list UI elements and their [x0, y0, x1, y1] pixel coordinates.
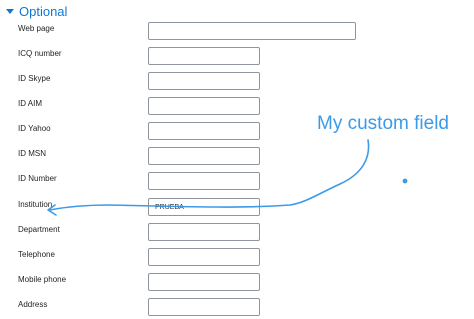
department-input[interactable] — [148, 223, 260, 241]
label-mobile-phone: Mobile phone — [18, 275, 67, 284]
label-id-number: ID Number — [18, 174, 57, 183]
id-yahoo-input[interactable] — [148, 122, 260, 140]
label-institution: Institution — [18, 200, 53, 209]
institution-input[interactable] — [148, 198, 260, 216]
id-msn-input[interactable] — [148, 147, 260, 165]
label-id-yahoo: ID Yahoo — [18, 124, 51, 133]
section-title: Optional — [19, 3, 68, 19]
telephone-input[interactable] — [148, 248, 260, 266]
optional-section-toggle[interactable]: Optional — [6, 2, 67, 20]
id-number-input[interactable] — [148, 172, 260, 190]
label-telephone: Telephone — [18, 250, 55, 259]
label-icq-number: ICQ number — [18, 49, 62, 58]
label-web-page: Web page — [18, 24, 55, 33]
label-id-msn: ID MSN — [18, 149, 46, 158]
web-page-input[interactable] — [148, 22, 356, 40]
annotation-label: My custom field — [317, 113, 449, 134]
label-address: Address — [18, 300, 48, 309]
id-aim-input[interactable] — [148, 97, 260, 115]
label-id-skype: ID Skype — [18, 74, 51, 83]
annotation-dot — [402, 178, 408, 184]
address-input[interactable] — [148, 298, 260, 316]
label-id-aim: ID AIM — [18, 99, 43, 108]
id-skype-input[interactable] — [148, 72, 260, 90]
chevron-down-icon — [6, 9, 14, 14]
label-department: Department — [18, 225, 60, 234]
icq-number-input[interactable] — [148, 47, 260, 65]
mobile-phone-input[interactable] — [148, 273, 260, 291]
